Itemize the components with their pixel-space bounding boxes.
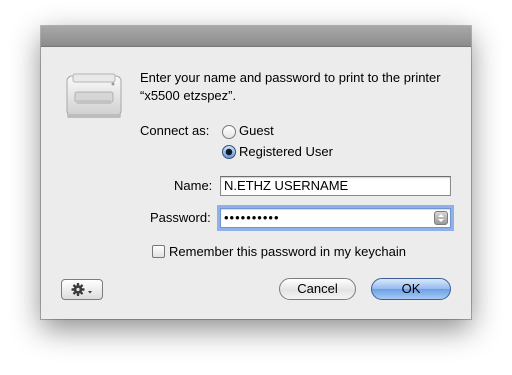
password-value: ••••••••••	[224, 210, 280, 225]
remember-password-checkbox[interactable]	[152, 245, 165, 258]
name-field[interactable]: N.ETHZ USERNAME	[220, 176, 451, 196]
window-titlebar	[41, 26, 471, 47]
key-icon[interactable]	[434, 211, 448, 225]
action-menu-button[interactable]	[61, 279, 103, 300]
printer-icon	[66, 73, 122, 118]
cancel-button[interactable]: Cancel	[279, 278, 356, 300]
name-label: Name:	[174, 178, 213, 193]
authentication-dialog: Enter your name and password to print to…	[41, 26, 471, 319]
dialog-message: Enter your name and password to print to…	[140, 70, 441, 103]
gear-icon	[71, 283, 92, 296]
password-field[interactable]: ••••••••••	[220, 208, 451, 228]
registered-user-radio[interactable]	[222, 145, 236, 159]
guest-radio[interactable]	[222, 125, 236, 139]
guest-radio-label[interactable]: Guest	[239, 123, 274, 138]
ok-button[interactable]: OK	[371, 278, 451, 300]
password-label: Password:	[150, 210, 211, 225]
connect-as-label: Connect as:	[140, 123, 210, 138]
remember-password-label[interactable]: Remember this password in my keychain	[169, 244, 406, 259]
registered-user-radio-label[interactable]: Registered User	[239, 144, 333, 159]
